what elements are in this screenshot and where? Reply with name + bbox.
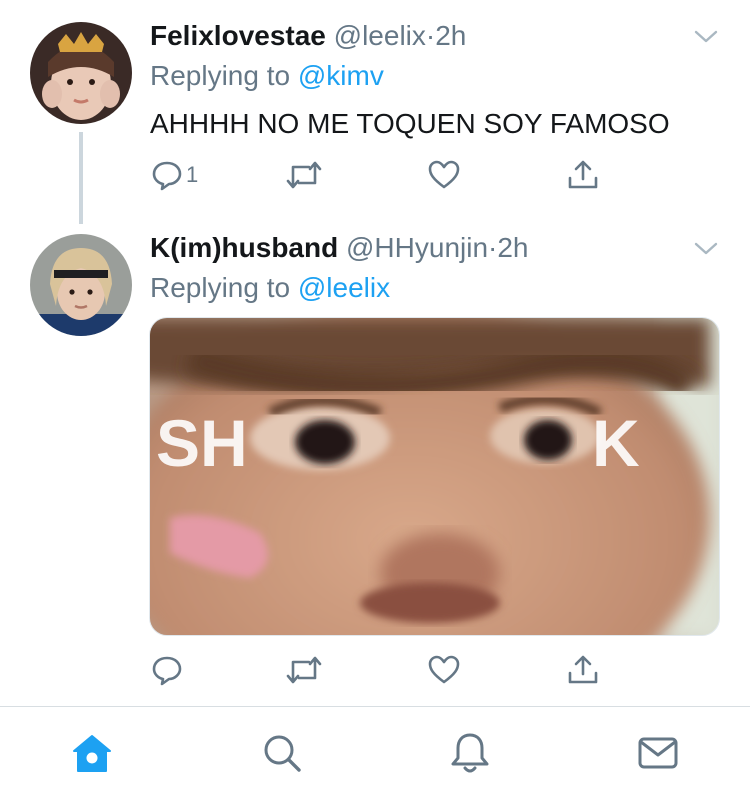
avatar-kimhusband[interactable] xyxy=(30,234,132,336)
tab-home[interactable] xyxy=(70,731,114,775)
reply-icon xyxy=(152,161,182,191)
reply-button[interactable] xyxy=(150,650,184,690)
user-handle[interactable]: @HHyunjin xyxy=(346,232,488,263)
bottom-tab-bar xyxy=(0,706,750,805)
mention-link[interactable]: @leelix xyxy=(298,272,390,303)
user-handle[interactable]: @leelix xyxy=(334,20,426,51)
tab-search[interactable] xyxy=(260,731,304,775)
search-icon xyxy=(264,735,301,772)
tweet-actions xyxy=(150,650,598,690)
retweet-icon xyxy=(286,656,322,684)
timestamp[interactable]: 2h xyxy=(435,20,466,51)
tweet-felixlovestae[interactable]: Felixlovestae @leelix·2h Replying to @ki… xyxy=(0,0,750,224)
like-icon xyxy=(428,160,460,189)
tweet-text: AHHHH NO ME TOQUEN SOY FAMOSO xyxy=(150,108,670,139)
share-button[interactable] xyxy=(566,650,600,690)
replying-to: Replying to @kimv xyxy=(150,60,384,92)
reply-icon xyxy=(152,656,182,686)
media-caption-right: K xyxy=(592,406,640,480)
reply-button[interactable]: 1 xyxy=(150,155,198,195)
tweet-actions: 1 xyxy=(150,155,598,195)
tweet-header: K(im)husband @HHyunjin·2h xyxy=(150,232,529,264)
replying-to: Replying to @leelix xyxy=(150,272,390,304)
share-icon xyxy=(568,655,598,684)
tweet-header: Felixlovestae @leelix·2h xyxy=(150,20,466,52)
replying-to-prefix: Replying to xyxy=(150,272,298,303)
reply-count: 1 xyxy=(186,162,199,187)
media-caption-left: SH xyxy=(156,406,248,480)
replying-to-prefix: Replying to xyxy=(150,60,298,91)
home-icon xyxy=(73,735,111,772)
like-button[interactable] xyxy=(427,155,461,195)
separator-dot: · xyxy=(425,20,436,51)
tab-notifications[interactable] xyxy=(448,731,492,775)
like-icon xyxy=(428,655,460,684)
timestamp[interactable]: 2h xyxy=(497,232,528,263)
messages-icon xyxy=(638,737,678,769)
tweet-media-image[interactable]: SH K xyxy=(149,317,720,636)
retweet-button[interactable] xyxy=(285,155,323,195)
retweet-button[interactable] xyxy=(285,650,323,690)
like-button[interactable] xyxy=(427,650,461,690)
tab-messages[interactable] xyxy=(636,731,680,775)
share-icon xyxy=(568,160,598,189)
separator-dot: · xyxy=(488,232,498,263)
retweet-icon xyxy=(286,161,322,189)
share-button[interactable] xyxy=(566,155,600,195)
notifications-icon xyxy=(451,733,489,773)
more-options-chevron-icon[interactable] xyxy=(692,234,720,262)
avatar-felixlovestae[interactable] xyxy=(30,22,132,124)
display-name[interactable]: Felixlovestae xyxy=(150,20,326,51)
mention-link[interactable]: @kimv xyxy=(298,60,384,91)
display-name[interactable]: K(im)husband xyxy=(150,232,338,263)
more-options-chevron-icon[interactable] xyxy=(692,22,720,50)
